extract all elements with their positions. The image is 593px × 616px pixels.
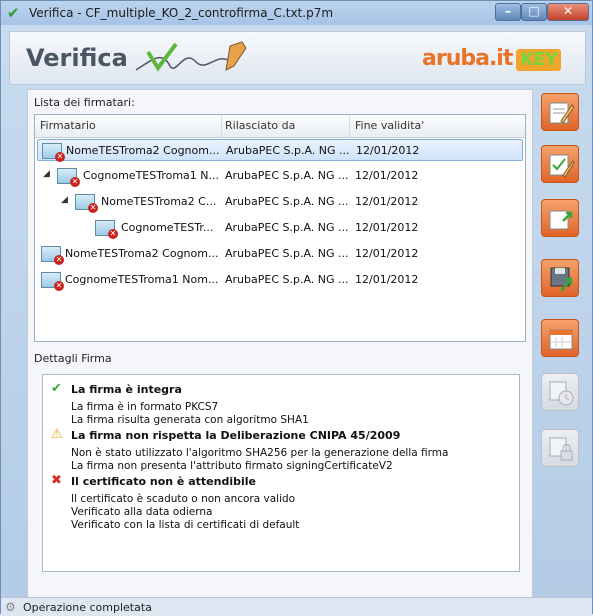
error-x-icon: ✖ xyxy=(51,473,62,488)
certificate-revoked-icon: ✕ xyxy=(41,246,64,265)
signer-issuer: ArubaPEC S.p.A. NG ... xyxy=(225,273,349,286)
signer-issuer: ArubaPEC S.p.A. NG ... xyxy=(225,169,349,182)
countersign-button[interactable] xyxy=(541,145,579,183)
details-line: La firma non presenta l'attributo firmat… xyxy=(71,460,393,472)
column-header-expiry[interactable]: Fine validita' xyxy=(355,119,424,132)
document-pen-icon xyxy=(549,102,575,124)
signer-row[interactable]: ◢ ✕ CognomeTESTroma1 N... ArubaPEC S.p.A… xyxy=(37,165,523,187)
certificate-revoked-icon: ✕ xyxy=(75,194,98,213)
column-header-signer[interactable]: Firmatario xyxy=(40,119,96,132)
details-line: Verificato alla data odierna xyxy=(71,506,213,518)
maximize-button[interactable]: □ xyxy=(521,3,547,21)
signer-issuer: ArubaPEC S.p.A. NG ... xyxy=(225,247,349,260)
status-text: Operazione completata xyxy=(23,601,152,614)
certificate-revoked-icon: ✕ xyxy=(42,143,65,162)
window-title: Verifica - CF_multiple_KO_2_controfirma_… xyxy=(29,6,334,20)
document-check-pen-icon xyxy=(549,154,575,178)
column-divider[interactable] xyxy=(349,115,350,137)
signer-issuer: ArubaPEC S.p.A. NG ... xyxy=(225,221,349,234)
signature-details-panel: ✔ La firma è integra La firma è in forma… xyxy=(42,374,520,572)
signer-row[interactable]: ◢ ✕ NomeTESTroma2 C... ArubaPEC S.p.A. N… xyxy=(37,191,523,213)
column-header-issuer[interactable]: Rilasciato da xyxy=(225,119,295,132)
details-heading-warning: La firma non rispetta la Deliberazione C… xyxy=(71,429,401,442)
signer-name: NomeTESTroma2 Cognom... xyxy=(66,144,220,157)
signer-issuer: ArubaPEC S.p.A. NG ... xyxy=(225,195,349,208)
save-button[interactable] xyxy=(541,259,579,297)
checkmark-icon: ✔ xyxy=(51,381,62,396)
aruba-key-logo: aruba.it KEY xyxy=(422,46,561,71)
signer-name: NomeTESTroma2 C... xyxy=(101,195,217,208)
details-line: Il certificato è scaduto o non ancora va… xyxy=(71,493,296,505)
checkmark-app-icon: ✔ xyxy=(7,4,20,22)
details-line: Non è stato utilizzato l'algoritmo SHA25… xyxy=(71,447,449,459)
signers-list[interactable]: Firmatario Rilasciato da Fine validita' … xyxy=(34,114,526,342)
signer-row[interactable]: ✕ CognomeTESTr... ArubaPEC S.p.A. NG ...… xyxy=(37,217,523,239)
main-panel: Lista dei firmatari: Firmatario Rilascia… xyxy=(27,89,533,601)
signer-expiry: 12/01/2012 xyxy=(355,273,419,286)
minimize-button[interactable]: – xyxy=(495,3,521,21)
signer-issuer: ArubaPEC S.p.A. NG ... xyxy=(226,144,350,157)
calendar-button[interactable] xyxy=(541,319,579,357)
signer-expiry: 12/01/2012 xyxy=(355,195,419,208)
signer-name: CognomeTESTroma1 N... xyxy=(83,169,220,182)
status-bar: ⚙ Operazione completata xyxy=(1,597,592,616)
signer-row[interactable]: ✕ NomeTESTroma2 Cognom... ArubaPEC S.p.A… xyxy=(37,243,523,265)
signer-row[interactable]: ✕ NomeTESTroma2 Cognom... ArubaPEC S.p.A… xyxy=(37,139,523,162)
certificate-revoked-icon: ✕ xyxy=(57,168,80,187)
certificate-revoked-icon: ✕ xyxy=(41,272,64,291)
details-heading-ok: La firma è integra xyxy=(71,383,182,396)
timestamp-clock-icon xyxy=(549,381,574,406)
signer-name: CognomeTESTroma1 Nom... xyxy=(65,273,219,286)
signer-name: NomeTESTroma2 Cognom... xyxy=(65,247,219,260)
gear-icon: ⚙ xyxy=(5,600,16,614)
timestamp-button[interactable] xyxy=(541,373,579,411)
document-arrow-icon xyxy=(549,210,573,230)
details-heading-error: Il certificato non è attendibile xyxy=(71,475,256,488)
extract-document-button[interactable] xyxy=(541,199,579,237)
warning-icon: ⚠ xyxy=(51,427,63,442)
details-line: La firma è in formato PKCS7 xyxy=(71,401,219,413)
certificate-revoked-icon: ✕ xyxy=(95,220,118,239)
signature-details-label: Dettagli Firma xyxy=(34,352,112,365)
column-divider[interactable] xyxy=(221,115,222,137)
signers-list-label: Lista dei firmatari: xyxy=(34,96,135,109)
title-bar[interactable]: ✔ Verifica - CF_multiple_KO_2_controfirm… xyxy=(1,1,592,25)
signer-name: CognomeTESTr... xyxy=(121,221,214,234)
signer-expiry: 12/01/2012 xyxy=(356,144,420,157)
signers-list-header: Firmatario Rilasciato da Fine validita' xyxy=(35,115,525,138)
close-button[interactable]: ✕ xyxy=(547,3,589,21)
tree-expand-icon[interactable]: ◢ xyxy=(61,195,68,205)
signer-expiry: 12/01/2012 xyxy=(355,221,419,234)
encrypt-button[interactable] xyxy=(541,429,579,467)
signer-expiry: 12/01/2012 xyxy=(355,247,419,260)
page-title: Verifica xyxy=(26,44,128,72)
signature-pen-icon xyxy=(135,41,247,72)
sign-document-button[interactable] xyxy=(541,93,579,131)
app-window: ✔ Verifica - CF_multiple_KO_2_controfirm… xyxy=(0,0,593,616)
tree-expand-icon[interactable]: ◢ xyxy=(43,169,50,179)
signer-row[interactable]: ✕ CognomeTESTroma1 Nom... ArubaPEC S.p.A… xyxy=(37,269,523,291)
calendar-icon xyxy=(549,329,573,350)
signer-expiry: 12/01/2012 xyxy=(355,169,419,182)
details-line: La firma risulta generata con algoritmo … xyxy=(71,414,309,426)
floppy-disk-icon xyxy=(550,267,573,292)
header-banner: Verifica aruba.it KEY xyxy=(9,31,586,85)
document-lock-icon xyxy=(549,437,573,461)
details-line: Verificato con la lista di certificati d… xyxy=(71,519,300,531)
